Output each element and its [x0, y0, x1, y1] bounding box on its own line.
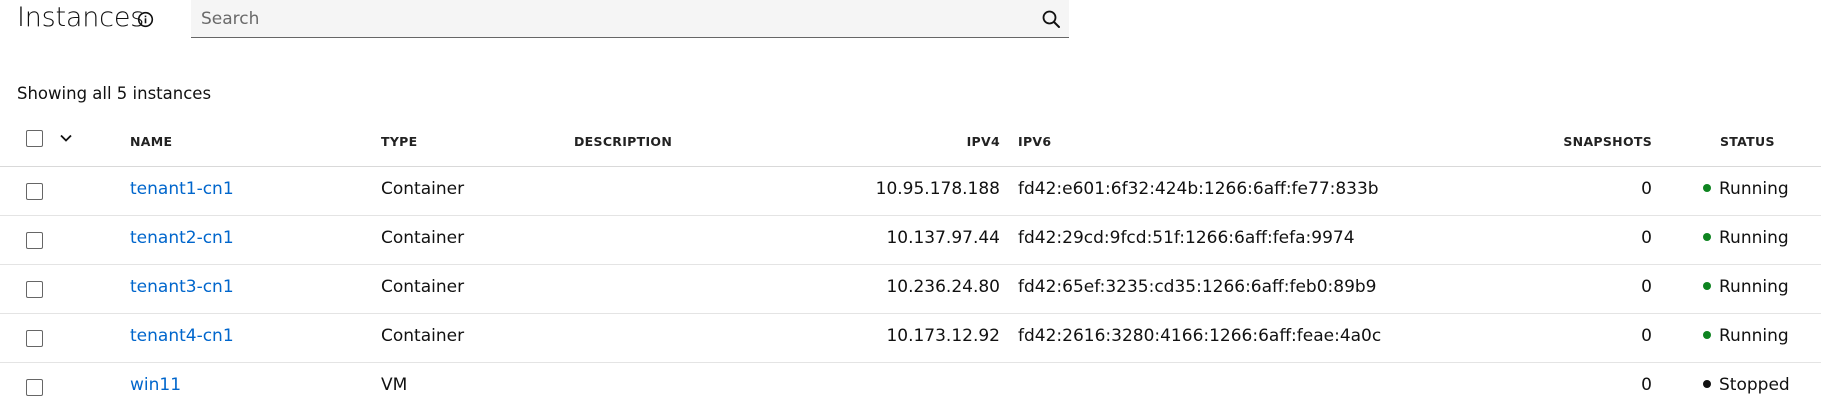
search-box	[191, 0, 1069, 38]
instances-table: NAME TYPE DESCRIPTION IPV4 IPV6 SNAPSHOT…	[0, 116, 1821, 411]
row-checkbox[interactable]	[26, 330, 43, 347]
status-dot-icon	[1703, 282, 1711, 290]
status-label: Running	[1719, 326, 1789, 346]
instance-name-link[interactable]: win11	[130, 375, 181, 395]
instance-name-link[interactable]: tenant3-cn1	[130, 277, 234, 297]
table-header: NAME TYPE DESCRIPTION IPV4 IPV6 SNAPSHOT…	[0, 116, 1821, 167]
instance-ipv4: 10.137.97.44	[886, 228, 1000, 248]
instance-type: Container	[381, 326, 465, 346]
instance-ipv6: fd42:29cd:9fcd:51f:1266:6aff:fefa:9974	[1018, 228, 1355, 248]
row-checkbox[interactable]	[26, 379, 43, 396]
instance-status: Stopped	[1703, 375, 1790, 395]
table-row[interactable]: win11 VM 0 Stopped	[0, 363, 1821, 411]
column-header-ipv6[interactable]: IPV6	[1018, 134, 1051, 149]
instance-ipv6: fd42:2616:3280:4166:1266:6aff:feae:4a0c	[1018, 326, 1382, 346]
instance-type: Container	[381, 179, 465, 199]
table-row[interactable]: tenant3-cn1 Container 10.236.24.80 fd42:…	[0, 265, 1821, 314]
status-label: Stopped	[1719, 375, 1790, 395]
select-all-checkbox[interactable]	[26, 130, 43, 147]
row-checkbox[interactable]	[26, 232, 43, 249]
instance-name-link[interactable]: tenant2-cn1	[130, 228, 234, 248]
instance-snapshots: 0	[1641, 326, 1652, 346]
row-checkbox[interactable]	[26, 281, 43, 298]
status-dot-icon	[1703, 331, 1711, 339]
status-dot-icon	[1703, 233, 1711, 241]
instance-snapshots: 0	[1641, 179, 1652, 199]
instance-ipv4: 10.173.12.92	[886, 326, 1000, 346]
instance-ipv4: 10.236.24.80	[886, 277, 1000, 297]
status-label: Running	[1719, 277, 1789, 297]
page-title: Instances	[17, 2, 145, 33]
instance-ipv4: 10.95.178.188	[875, 179, 1000, 199]
column-header-type[interactable]: TYPE	[381, 134, 417, 149]
column-header-snapshots[interactable]: SNAPSHOTS	[1563, 134, 1652, 149]
instance-ipv6: fd42:e601:6f32:424b:1266:6aff:fe77:833b	[1018, 179, 1379, 199]
column-header-description[interactable]: DESCRIPTION	[574, 134, 672, 149]
instance-snapshots: 0	[1641, 228, 1652, 248]
instance-name-link[interactable]: tenant4-cn1	[130, 326, 234, 346]
instance-status: Running	[1703, 179, 1789, 199]
table-row[interactable]: tenant4-cn1 Container 10.173.12.92 fd42:…	[0, 314, 1821, 363]
instance-type: VM	[381, 375, 408, 395]
row-checkbox[interactable]	[26, 183, 43, 200]
search-icon[interactable]	[1040, 8, 1062, 30]
chevron-down-icon[interactable]	[58, 130, 74, 146]
instance-ipv6: fd42:65ef:3235:cd35:1266:6aff:feb0:89b9	[1018, 277, 1377, 297]
status-dot-icon	[1703, 184, 1711, 192]
table-row[interactable]: tenant2-cn1 Container 10.137.97.44 fd42:…	[0, 216, 1821, 265]
info-circle-icon[interactable]	[137, 11, 154, 28]
column-header-ipv4[interactable]: IPV4	[967, 134, 1000, 149]
instance-snapshots: 0	[1641, 375, 1652, 395]
instance-status: Running	[1703, 277, 1789, 297]
page-header: Instances	[0, 0, 1821, 40]
instance-type: Container	[381, 228, 465, 248]
status-dot-icon	[1703, 380, 1711, 388]
instance-snapshots: 0	[1641, 277, 1652, 297]
instances-count: Showing all 5 instances	[17, 84, 212, 103]
column-header-status[interactable]: STATUS	[1720, 134, 1775, 149]
instance-type: Container	[381, 277, 465, 297]
instance-status: Running	[1703, 326, 1789, 346]
column-header-name[interactable]: NAME	[130, 134, 172, 149]
status-label: Running	[1719, 228, 1789, 248]
table-row[interactable]: tenant1-cn1 Container 10.95.178.188 fd42…	[0, 167, 1821, 216]
search-input[interactable]	[201, 0, 1021, 37]
instance-status: Running	[1703, 228, 1789, 248]
instance-name-link[interactable]: tenant1-cn1	[130, 179, 234, 199]
status-label: Running	[1719, 179, 1789, 199]
